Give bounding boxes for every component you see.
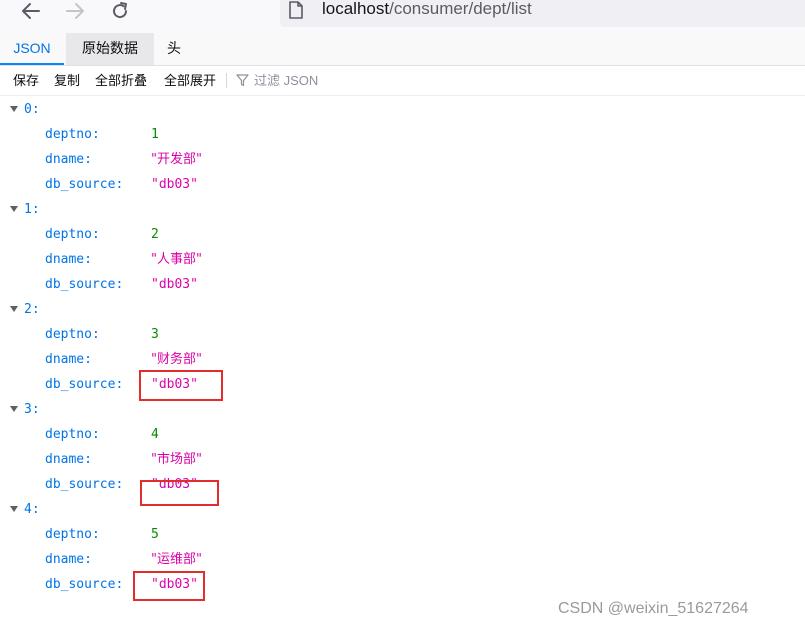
property-key: db_source: [45, 577, 124, 592]
property-row: dname: "开发部" [0, 147, 805, 172]
deptno-value: 1 [151, 127, 159, 142]
annotation-box [140, 480, 219, 506]
property-row: deptno: 3 [0, 322, 805, 347]
tab-raw-data[interactable]: 原始数据 [66, 33, 154, 65]
filter-placeholder: 过滤 JSON [254, 73, 319, 88]
array-item-row[interactable]: 3: [0, 397, 805, 422]
dname-value: "人事部" [151, 252, 202, 267]
save-button[interactable]: 保存 [13, 66, 39, 95]
property-row: dname: "运维部" [0, 547, 805, 572]
property-key: dname: [45, 352, 92, 367]
array-item-row[interactable]: 4: [0, 497, 805, 522]
url-host: localhost [322, 0, 390, 18]
collapse-all-button[interactable]: 全部折叠 [95, 66, 147, 95]
property-key: dname: [45, 452, 92, 467]
property-row: db_source: "db03" [0, 372, 805, 397]
array-index: 2: [24, 302, 40, 317]
json-toolbar: 保存 复制 全部折叠 全部展开 过滤 JSON [0, 66, 805, 96]
toolbar-divider [226, 73, 227, 88]
watermark: CSDN @weixin_51627264 [558, 600, 749, 617]
property-row: dname: "财务部" [0, 347, 805, 372]
json-tree: 0: deptno: 1 dname: "开发部" db_source: "db… [0, 96, 805, 630]
property-row: db_source: "db03" [0, 272, 805, 297]
array-index: 4: [24, 502, 40, 517]
property-key: deptno: [45, 227, 100, 242]
page-icon [289, 1, 303, 19]
property-key: deptno: [45, 427, 100, 442]
url-text: localhost/consumer/dept/list [322, 0, 532, 19]
array-index: 1: [24, 202, 40, 217]
annotation-box [133, 571, 205, 601]
viewer-tabs: JSON 原始数据 头 [0, 33, 805, 66]
expand-toggle-icon[interactable] [10, 306, 18, 312]
array-index: 3: [24, 402, 40, 417]
dname-value: "财务部" [151, 352, 202, 367]
deptno-value: 2 [151, 227, 159, 242]
property-key: db_source: [45, 477, 124, 492]
property-key: dname: [45, 552, 92, 567]
annotation-box [139, 370, 223, 401]
property-key: deptno: [45, 327, 100, 342]
deptno-value: 5 [151, 527, 159, 542]
property-key: db_source: [45, 377, 124, 392]
browser-toolbar: localhost/consumer/dept/list [0, 0, 805, 33]
expand-toggle-icon[interactable] [10, 506, 18, 512]
property-row: dname: "人事部" [0, 247, 805, 272]
back-button[interactable] [16, 0, 46, 22]
deptno-value: 4 [151, 427, 159, 442]
property-row: deptno: 1 [0, 122, 805, 147]
reload-icon [113, 2, 128, 19]
deptno-value: 3 [151, 327, 159, 342]
dname-value: "开发部" [151, 152, 202, 167]
array-item-row[interactable]: 1: [0, 197, 805, 222]
arrow-right-icon [66, 3, 84, 19]
expand-all-button[interactable]: 全部展开 [164, 66, 216, 95]
arrow-left-icon [22, 3, 40, 19]
expand-toggle-icon[interactable] [10, 406, 18, 412]
property-row: deptno: 5 [0, 522, 805, 547]
property-row: db_source: "db03" [0, 172, 805, 197]
tab-json[interactable]: JSON [0, 33, 64, 65]
property-row: db_source: "db03" [0, 572, 805, 597]
property-key: deptno: [45, 127, 100, 142]
property-row: dname: "市场部" [0, 447, 805, 472]
array-index: 0: [24, 102, 40, 117]
filter-icon [236, 74, 249, 87]
dname-value: "运维部" [151, 552, 202, 567]
forward-button[interactable] [60, 0, 90, 22]
expand-toggle-icon[interactable] [10, 106, 18, 112]
tab-headers[interactable]: 头 [154, 33, 194, 65]
property-key: dname: [45, 152, 92, 167]
property-row: deptno: 2 [0, 222, 805, 247]
db-source-value: "db03" [151, 277, 198, 292]
property-row: deptno: 4 [0, 422, 805, 447]
url-path: /consumer/dept/list [389, 0, 532, 18]
property-key: dname: [45, 252, 92, 267]
copy-button[interactable]: 复制 [54, 66, 80, 95]
expand-toggle-icon[interactable] [10, 206, 18, 212]
property-key: db_source: [45, 177, 124, 192]
property-row: db_source: "db03" [0, 472, 805, 497]
array-item-row[interactable]: 0: [0, 97, 805, 122]
array-item-row[interactable]: 2: [0, 297, 805, 322]
db-source-value: "db03" [151, 177, 198, 192]
property-key: db_source: [45, 277, 124, 292]
address-bar[interactable]: localhost/consumer/dept/list [280, 0, 805, 27]
dname-value: "市场部" [151, 452, 202, 467]
browser-window: localhost/consumer/dept/list JSON 原始数据 头… [0, 0, 805, 630]
property-key: deptno: [45, 527, 100, 542]
reload-button[interactable] [105, 0, 135, 22]
